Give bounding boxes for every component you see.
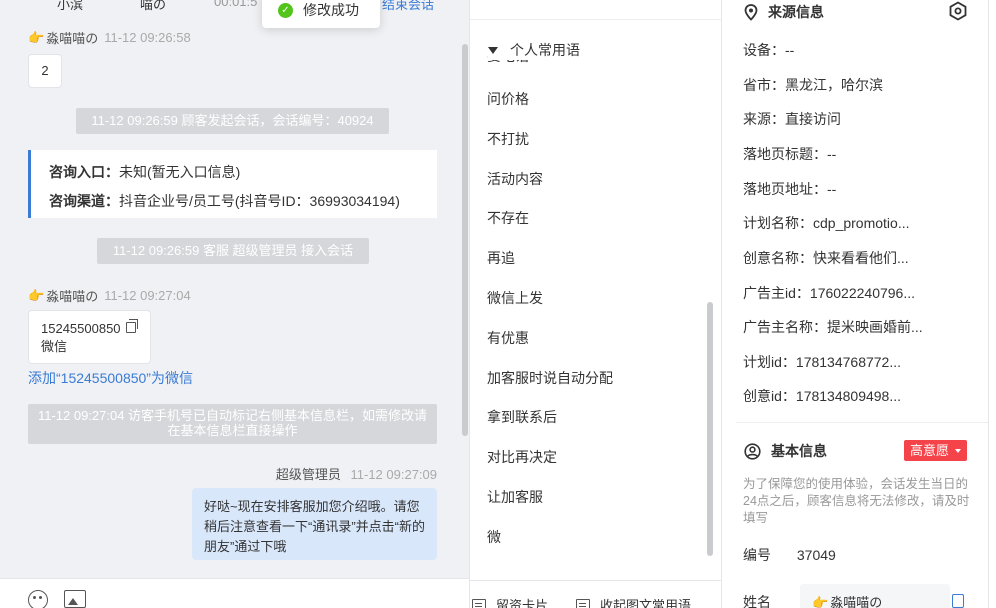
message-time: 11-12 09:26:58 (104, 30, 191, 45)
document-icon (472, 598, 486, 608)
name-label: 姓名 (743, 594, 771, 608)
basic-info-header: 基本信息 (744, 441, 827, 461)
lead-card-label: 留资卡片 (496, 598, 549, 608)
channel-label: 咨询渠道： (49, 193, 119, 209)
info-row-creative-name: 创意名称：快来看看他们... (743, 250, 909, 266)
phrases-group-toggle[interactable]: 个人常用语 (488, 40, 580, 60)
phrase-item[interactable]: 活动内容 (487, 168, 613, 208)
end-session-button[interactable]: 结束会话 (382, 0, 434, 13)
toast-text: 修改成功 (303, 2, 359, 18)
phrases-header-strip (470, 0, 721, 20)
chat-toolbar (0, 578, 469, 608)
info-row-source: 来源：直接访问 (743, 111, 841, 127)
info-row-advertiser-name: 广告主名称：提米映画婚前... (743, 319, 923, 335)
phrases-panel: 要电话 个人常用语 问价格 不打扰 活动内容 不存在 再追 微信上发 有优惠 加… (470, 0, 722, 608)
phrase-item[interactable]: 不打扰 (487, 128, 613, 168)
phrase-list: 问价格 不打扰 活动内容 不存在 再追 微信上发 有优惠 加客服时说自动分配 拿… (487, 88, 613, 566)
message-time: 11-12 09:27:09 (350, 467, 438, 482)
phrase-item[interactable]: 对比再决定 (487, 446, 613, 486)
emoji-icon[interactable] (28, 590, 48, 608)
contact-number: 15245500850 (41, 321, 121, 336)
message-time: 11-12 09:27:04 (104, 288, 191, 303)
add-wechat-link[interactable]: 添加“15245500850”为微信 (28, 368, 193, 388)
info-row-plan-name: 计划名称：cdp_promotio... (743, 215, 910, 231)
section-divider (736, 422, 990, 423)
collapse-phrases-label: 收起图文常用语 (600, 598, 692, 608)
phrase-item[interactable]: 拿到联系后 (487, 406, 613, 446)
visitor-name: 小滨 (57, 0, 84, 12)
system-message: 11-12 09:27:04 访客手机号已自动标记右侧基本信息栏，如需修改请在基… (28, 404, 437, 444)
chat-scrollbar[interactable] (462, 44, 468, 436)
chat-topbar: 小滨 喵の 00:01:5 结束会话 (0, 0, 469, 13)
agent-message-header: 超级管理员 11-12 09:27:09 (276, 464, 437, 483)
lead-card-button[interactable]: 留资卡片 (472, 595, 548, 608)
visitor-message: 2 (28, 54, 62, 88)
info-row-device: 设备：-- (743, 42, 795, 58)
collapse-phrases-button[interactable]: 收起图文常用语 (576, 595, 691, 608)
chat-panel: 小滨 喵の 00:01:5 结束会话 ✓ 修改成功 👉 淼喵喵の 11-12 0… (0, 0, 470, 608)
source-info-title: 来源信息 (768, 4, 824, 20)
phrases-footer: 留资卡片 收起图文常用语 (470, 580, 721, 608)
phrase-item[interactable]: 加客服时说自动分配 (487, 367, 613, 407)
edit-notice: 为了保障您的使用体验，会话发生当日的24点之后，顾客信息将无法修改，请及时填写 (743, 477, 970, 525)
phrase-item[interactable]: 有优惠 (487, 327, 613, 367)
channel-value: 抖音企业号/员工号(抖音号ID：36993034194) (119, 193, 400, 209)
session-timer: 00:01:5 (214, 0, 258, 9)
sender-name: 淼喵喵の (46, 289, 99, 304)
info-row-landing-url: 落地页地址：-- (743, 181, 837, 197)
agent-name: 超级管理员 (275, 467, 341, 482)
message-header: 👉 淼喵喵の 11-12 09:27:04 (28, 286, 191, 305)
visitor-nickname: 喵の (140, 0, 167, 12)
basic-info-title: 基本信息 (771, 443, 827, 459)
entry-value: 未知(暂无入口信息) (119, 164, 241, 180)
copy-icon[interactable] (952, 594, 964, 608)
image-icon[interactable] (64, 590, 86, 608)
entry-label: 咨询入口： (49, 164, 119, 180)
success-toast: ✓ 修改成功 (262, 0, 380, 28)
customer-info-panel: 来源信息 设备：-- 省市：黑龙江，哈尔滨 来源：直接访问 落地页标题：-- 落… (722, 0, 996, 608)
sender-name: 淼喵喵の (46, 31, 99, 46)
agent-message: 好哒~现在安排客服加您介绍哦。请您稍后注意查看一下“通讯录”并点击“新的朋友”通… (192, 488, 437, 560)
user-circle-icon (744, 442, 761, 460)
contact-card: 15245500850 微信 (28, 310, 151, 364)
info-row-creative-id: 创意id：178134809498... (743, 388, 902, 404)
hand-pointer-icon: 👉 (812, 595, 829, 608)
info-row-landing-title: 落地页标题：-- (743, 146, 837, 162)
location-pin-icon (744, 3, 758, 21)
name-field[interactable]: 👉 淼喵喵の (800, 584, 950, 608)
info-row-id: 编号 37049 (743, 547, 836, 563)
system-message: 11-12 09:26:59 客服 超级管理员 接入会话 (97, 238, 369, 264)
message-header: 👉 淼喵喵の 11-12 09:26:58 (28, 28, 191, 47)
info-row-region: 省市：黑龙江，哈尔滨 (743, 77, 883, 93)
system-message: 11-12 09:26:59 顾客发起会话，会话编号：40924 (76, 108, 389, 134)
info-row-advertiser-id: 广告主id：176022240796... (743, 285, 916, 301)
phrase-item[interactable]: 微信上发 (487, 287, 613, 327)
phrase-item[interactable]: 再追 (487, 247, 613, 287)
phrase-item[interactable]: 让加客服 (487, 486, 613, 526)
phrase-item[interactable]: 微 (487, 526, 613, 566)
name-value: 淼喵喵の (830, 595, 883, 608)
caret-down-icon (488, 46, 498, 54)
contact-type: 微信 (41, 339, 68, 354)
source-info-header: 来源信息 (744, 2, 824, 22)
phrase-item[interactable]: 问价格 (487, 88, 613, 128)
phrase-item[interactable]: 不存在 (487, 207, 613, 247)
hand-pointer-icon: 👉 (28, 29, 45, 45)
settings-icon[interactable] (948, 1, 968, 21)
right-edge (988, 0, 996, 608)
hand-pointer-icon: 👉 (28, 287, 45, 303)
document-icon (576, 598, 590, 608)
phrases-group-title: 个人常用语 (510, 42, 580, 58)
chat-messages[interactable]: 👉 淼喵喵の 11-12 09:26:58 2 11-12 09:26:59 顾… (0, 20, 469, 578)
info-row-plan-id: 计划id：178134768772... (743, 354, 902, 370)
phrases-scrollbar[interactable] (707, 302, 713, 556)
copy-icon[interactable] (126, 319, 138, 333)
check-circle-icon: ✓ (278, 2, 293, 18)
intent-level-dropdown[interactable]: 高意愿 (904, 440, 967, 461)
consult-info-card: 咨询入口：未知(暂无入口信息) 咨询渠道：抖音企业号/员工号(抖音号ID：369… (28, 150, 437, 218)
